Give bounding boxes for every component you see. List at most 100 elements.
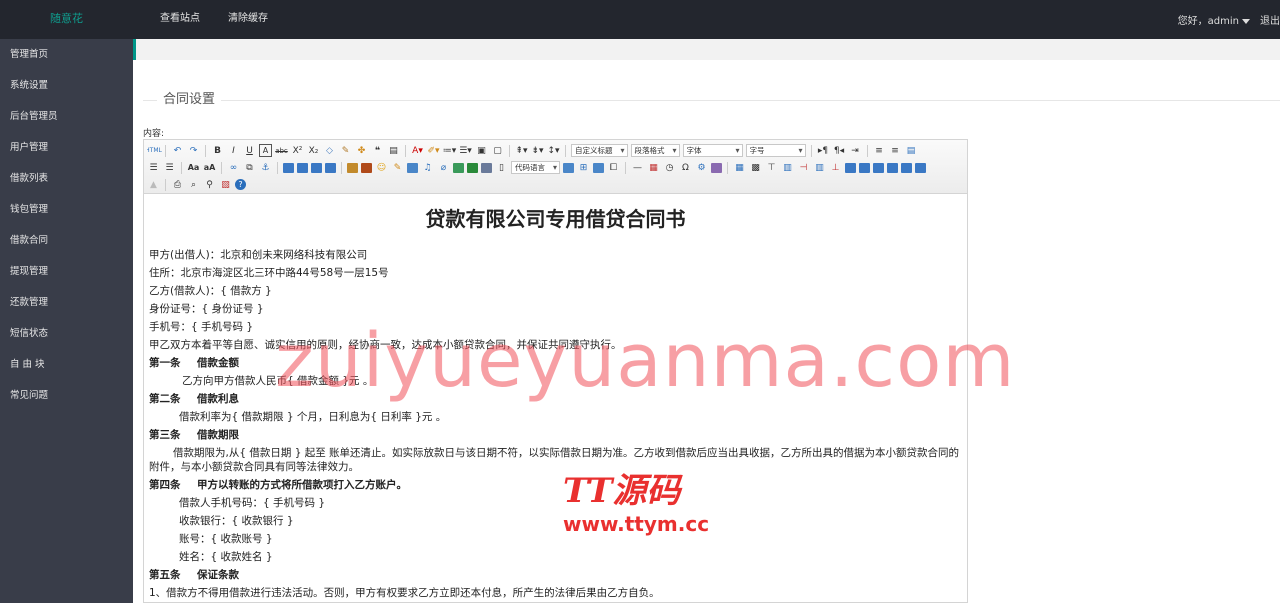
page-break-icon[interactable] (563, 162, 574, 173)
date-icon[interactable]: ▦ (647, 161, 660, 174)
unordered-list-icon[interactable]: ☰▾ (459, 144, 472, 157)
sidebar-item-sms-status[interactable]: 短信状态 (0, 318, 133, 349)
time-icon[interactable]: ◷ (663, 161, 676, 174)
image-none-icon[interactable] (283, 162, 294, 173)
font-family-select[interactable]: 字体 (682, 144, 743, 157)
anchor-icon[interactable]: ⚓ (259, 161, 272, 174)
sidebar-item-repayment[interactable]: 还款管理 (0, 287, 133, 318)
delete-row-icon[interactable]: ⊣ (797, 161, 810, 174)
preview-icon[interactable]: ⌕ (187, 178, 200, 191)
font-border-icon[interactable]: A (259, 144, 272, 157)
split-rows-icon[interactable] (901, 162, 912, 173)
draft-icon[interactable]: ▧ (219, 178, 232, 191)
sidebar-item-faq[interactable]: 常见问题 (0, 380, 133, 411)
insert-row-icon[interactable]: ▥ (781, 161, 794, 174)
justify-full-icon[interactable]: ☰ (163, 161, 176, 174)
sidebar-item-wallet[interactable]: 钱包管理 (0, 194, 133, 225)
link-icon[interactable]: ∞ (227, 161, 240, 174)
insert-table-icon[interactable]: ▦ (733, 161, 746, 174)
background-color-icon[interactable]: ✐▾ (427, 144, 440, 157)
view-site-link[interactable]: 查看站点 (160, 0, 200, 39)
justify-justify-icon[interactable]: ☰ (147, 161, 160, 174)
superscript-icon[interactable]: X² (291, 144, 304, 157)
underline-icon[interactable]: U (243, 144, 256, 157)
unlink-icon[interactable]: ⧉ (243, 161, 256, 174)
sidebar-item-withdraw[interactable]: 提现管理 (0, 256, 133, 287)
sidebar-item-free-block[interactable]: 自 由 块 (0, 349, 133, 380)
delete-table-icon[interactable]: ▩ (749, 161, 762, 174)
clear-doc-icon[interactable]: ▢ (491, 144, 504, 157)
strikethrough-icon[interactable]: abc (275, 144, 288, 157)
sidebar-item-users[interactable]: 用户管理 (0, 132, 133, 163)
blockquote-icon[interactable]: ❝ (371, 144, 384, 157)
paragraph-format-select[interactable]: 段落格式 (630, 144, 680, 157)
emotion-icon[interactable]: ☺ (375, 161, 388, 174)
split-cols-icon[interactable] (915, 162, 926, 173)
image-left-icon[interactable] (297, 162, 308, 173)
background-icon[interactable] (593, 162, 604, 173)
row-spacing-bottom-icon[interactable]: ⇟▾ (531, 144, 544, 157)
search-replace-icon[interactable]: ⚲ (203, 178, 216, 191)
special-chars-icon[interactable]: Ω (679, 161, 692, 174)
logout-link[interactable]: 退出 (1260, 12, 1280, 27)
help-icon[interactable]: ? (235, 179, 246, 190)
editor-body[interactable]: 贷款有限公司专用借贷合同书 甲方(出借人)：北京和创未来网络科技有限公司 住所：… (144, 194, 967, 602)
custom-title-select[interactable]: 自定义标题 (571, 144, 628, 157)
font-color-icon[interactable]: A▾ (411, 144, 424, 157)
html-source-icon[interactable]: HTML (147, 144, 162, 157)
sidebar-item-contract[interactable]: 借款合同 (0, 225, 133, 256)
insert-frame-icon[interactable] (481, 162, 492, 173)
eraser-icon[interactable]: ◇ (323, 144, 336, 157)
lowercase-icon[interactable]: aA (203, 161, 216, 174)
code-language-select[interactable]: 代码语言 (511, 161, 560, 174)
insert-col-icon[interactable]: ▥ (813, 161, 826, 174)
image-right-icon[interactable] (311, 162, 322, 173)
row-spacing-top-icon[interactable]: ⇞▾ (515, 144, 528, 157)
char-count-icon[interactable]: ▲ (147, 178, 160, 191)
sidebar-item-admins[interactable]: 后台管理员 (0, 101, 133, 132)
map-icon[interactable] (453, 162, 464, 173)
image-center-icon[interactable] (325, 162, 336, 173)
delete-col-icon[interactable]: ⊥ (829, 161, 842, 174)
template-icon[interactable]: ⊞ (577, 161, 590, 174)
insert-snapshot-icon[interactable]: ⧠ (607, 161, 620, 174)
clear-cache-link[interactable]: 清除缓存 (228, 0, 268, 39)
direction-rtl-icon[interactable]: ¶◂ (833, 144, 846, 157)
spechars-icon[interactable] (711, 162, 722, 173)
insert-image-icon[interactable] (361, 162, 372, 173)
justify-left-icon[interactable]: ≡ (873, 144, 886, 157)
merge-right-icon[interactable] (859, 162, 870, 173)
print-icon[interactable]: ⎙ (171, 178, 184, 191)
sidebar-item-loans[interactable]: 借款列表 (0, 163, 133, 194)
pasteplain-icon[interactable]: ▤ (387, 144, 400, 157)
uppercase-icon[interactable]: Aa (187, 161, 200, 174)
insert-video-icon[interactable] (407, 162, 418, 173)
justify-center-icon[interactable]: ≡ (889, 144, 902, 157)
simple-upload-icon[interactable] (347, 162, 358, 173)
gmap-icon[interactable] (467, 162, 478, 173)
font-size-select[interactable]: 字号 (745, 144, 806, 157)
insert-paragraph-before-table-icon[interactable]: ⊤ (765, 161, 778, 174)
scrawl-icon[interactable]: ✎ (391, 161, 404, 174)
insert-code-icon[interactable]: ▯ (495, 161, 508, 174)
wordimage-icon[interactable]: ⚙ (695, 161, 708, 174)
split-cells-icon[interactable] (887, 162, 898, 173)
merge-down-icon[interactable] (873, 162, 884, 173)
attachment-icon[interactable]: ⌀ (437, 161, 450, 174)
rich-text-editor[interactable]: HTML ↶ ↷ B I U A abc X² X₂ ◇ ✎ ✤ ❝ ▤ A▾ … (143, 139, 968, 603)
undo-icon[interactable]: ↶ (171, 144, 184, 157)
direction-ltr-icon[interactable]: ▸¶ (817, 144, 830, 157)
ordered-list-icon[interactable]: ≔▾ (443, 144, 457, 157)
line-height-icon[interactable]: ↕▾ (547, 144, 560, 157)
indent-icon[interactable]: ⇥ (849, 144, 862, 157)
sidebar-item-dashboard[interactable]: 管理首页 (0, 39, 133, 70)
subscript-icon[interactable]: X₂ (307, 144, 320, 157)
sidebar-item-system-settings[interactable]: 系统设置 (0, 70, 133, 101)
merge-cells-icon[interactable] (845, 162, 856, 173)
music-icon[interactable]: ♫ (421, 161, 434, 174)
italic-icon[interactable]: I (227, 144, 240, 157)
auto-format-icon[interactable]: ✤ (355, 144, 368, 157)
bold-icon[interactable]: B (211, 144, 224, 157)
horizontal-rule-icon[interactable]: — (631, 161, 644, 174)
justify-right-icon[interactable]: ▤ (905, 144, 918, 157)
